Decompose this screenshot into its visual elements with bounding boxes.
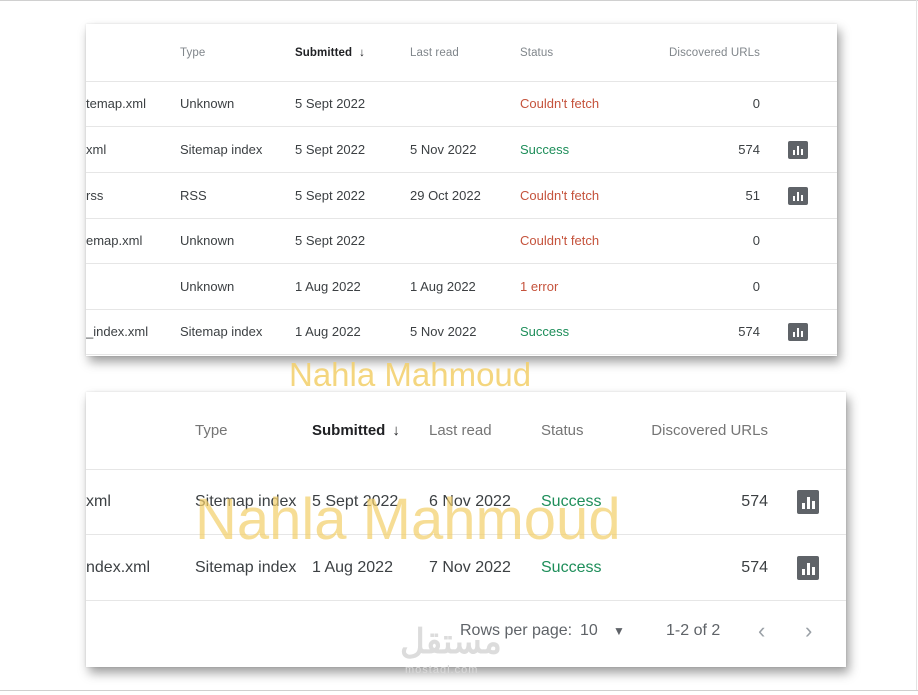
chevron-left-icon[interactable]: ‹ — [758, 600, 765, 662]
discovered-urls-count: 574 — [738, 324, 760, 339]
last-read-date: 5 Nov 2022 — [410, 142, 477, 157]
submitted-date: 1 Aug 2022 — [295, 279, 361, 294]
table-row[interactable]: Unknown 1 Aug 2022 1 Aug 2022 1 error 0 — [86, 264, 837, 310]
status-text: 1 error — [520, 279, 559, 294]
bar-chart-icon — [797, 555, 819, 580]
table-row[interactable]: temap.xml Unknown 5 Sept 2022 Couldn't f… — [86, 81, 837, 127]
sitemap-type: Sitemap index — [195, 492, 297, 510]
sitemap-type: Unknown — [180, 279, 235, 294]
last-read-date: 5 Nov 2022 — [410, 324, 477, 339]
submitted-date: 5 Sept 2022 — [295, 233, 366, 248]
discovered-urls-count: 574 — [741, 558, 768, 576]
header-discovered-urls[interactable]: Discovered URLs — [651, 392, 768, 469]
submitted-date: 5 Sept 2022 — [312, 492, 399, 510]
table-row[interactable]: ndex.xml Sitemap index 1 Aug 2022 7 Nov … — [86, 535, 846, 601]
discovered-urls-count: 0 — [752, 233, 760, 248]
status-text: Success — [541, 558, 602, 576]
header-discovered-urls[interactable]: Discovered URLs — [646, 24, 760, 81]
sitemap-type: RSS — [180, 188, 207, 203]
status-text: Couldn't fetch — [520, 233, 600, 248]
status-text: Success — [520, 324, 570, 339]
header-submitted[interactable]: Submitted ↓ — [295, 24, 365, 81]
sitemap-type: Unknown — [180, 233, 235, 248]
sitemap-type: Sitemap index — [195, 558, 297, 576]
chevron-right-icon[interactable]: › — [805, 600, 812, 662]
frame-top-border — [0, 0, 918, 1]
bar-chart-icon — [797, 489, 819, 514]
header-submitted-label: Submitted — [295, 46, 353, 59]
header-last-read[interactable]: Last read — [410, 24, 459, 81]
rows-per-page-select[interactable]: 10 — [580, 600, 598, 662]
sitemap-name[interactable]: xml — [86, 469, 111, 534]
sitemap-type: Unknown — [180, 96, 235, 111]
sitemap-name[interactable]: xml — [86, 127, 106, 172]
submitted-date: 1 Aug 2022 — [295, 324, 361, 339]
header-submitted-label: Submitted — [312, 422, 386, 439]
sitemap-name[interactable]: _index.xml — [86, 309, 148, 354]
last-read-date: 29 Oct 2022 — [410, 188, 481, 203]
submitted-date: 5 Sept 2022 — [295, 188, 366, 203]
discovered-urls-count: 574 — [741, 492, 768, 510]
status-text: Couldn't fetch — [520, 96, 600, 111]
bar-chart-icon — [788, 322, 808, 341]
discovered-urls-count: 574 — [738, 142, 760, 157]
watermark-text: Nahla Mahmoud — [289, 356, 532, 393]
sitemap-name[interactable]: emap.xml — [86, 218, 142, 263]
table-header: Type Submitted ↓ Last read Status Discov… — [86, 392, 846, 470]
status-text: Couldn't fetch — [520, 188, 600, 203]
table-row[interactable]: xml Sitemap index 5 Sept 2022 6 Nov 2022… — [86, 469, 846, 535]
mostaql-logo: مستقل — [400, 623, 502, 661]
arrow-down-icon: ↓ — [392, 422, 400, 439]
header-last-read[interactable]: Last read — [429, 392, 492, 469]
submitted-date: 5 Sept 2022 — [295, 96, 366, 111]
header-type[interactable]: Type — [195, 392, 228, 469]
open-report-button[interactable] — [797, 535, 819, 600]
mostaql-logo-url: mostaql.com — [405, 664, 479, 676]
table-row[interactable]: rss RSS 5 Sept 2022 29 Oct 2022 Couldn't… — [86, 173, 837, 219]
open-report-button[interactable] — [788, 309, 808, 354]
sitemap-name[interactable]: temap.xml — [86, 81, 146, 126]
status-text: Success — [541, 492, 602, 510]
bar-chart-icon — [788, 186, 808, 205]
sitemap-type: Sitemap index — [180, 142, 263, 157]
discovered-urls-count: 0 — [752, 279, 760, 294]
open-report-button[interactable] — [788, 173, 808, 218]
submitted-date: 5 Sept 2022 — [295, 142, 366, 157]
header-type[interactable]: Type — [180, 24, 205, 81]
sitemap-type: Sitemap index — [180, 324, 263, 339]
sitemap-name[interactable]: ndex.xml — [86, 535, 150, 600]
table-row[interactable]: emap.xml Unknown 5 Sept 2022 Couldn't fe… — [86, 218, 837, 264]
table-row[interactable]: _index.xml Sitemap index 1 Aug 2022 5 No… — [86, 309, 837, 355]
frame-bottom-border — [0, 690, 918, 691]
table-row[interactable]: xml Sitemap index 5 Sept 2022 5 Nov 2022… — [86, 127, 837, 173]
sitemap-name[interactable]: rss — [86, 173, 103, 218]
page-range: 1-2 of 2 — [666, 622, 721, 639]
last-read-date: 1 Aug 2022 — [410, 279, 476, 294]
discovered-urls-count: 51 — [745, 188, 760, 203]
header-status[interactable]: Status — [520, 24, 553, 81]
bar-chart-icon — [788, 140, 808, 159]
last-read-date: 6 Nov 2022 — [429, 492, 511, 510]
table-header: Type Submitted ↓ Last read Status Discov… — [86, 24, 837, 82]
open-report-button[interactable] — [788, 127, 808, 172]
caret-down-icon[interactable]: ▼ — [613, 600, 625, 662]
last-read-date: 7 Nov 2022 — [429, 558, 511, 576]
header-submitted[interactable]: Submitted ↓ — [312, 392, 400, 469]
discovered-urls-count: 0 — [752, 96, 760, 111]
status-text: Success — [520, 142, 570, 157]
open-report-button[interactable] — [797, 469, 819, 534]
arrow-down-icon: ↓ — [359, 46, 365, 59]
frame-right-border — [916, 0, 917, 691]
submitted-date: 1 Aug 2022 — [312, 558, 393, 576]
sitemaps-table-top: Type Submitted ↓ Last read Status Discov… — [86, 24, 837, 356]
header-status[interactable]: Status — [541, 392, 584, 469]
